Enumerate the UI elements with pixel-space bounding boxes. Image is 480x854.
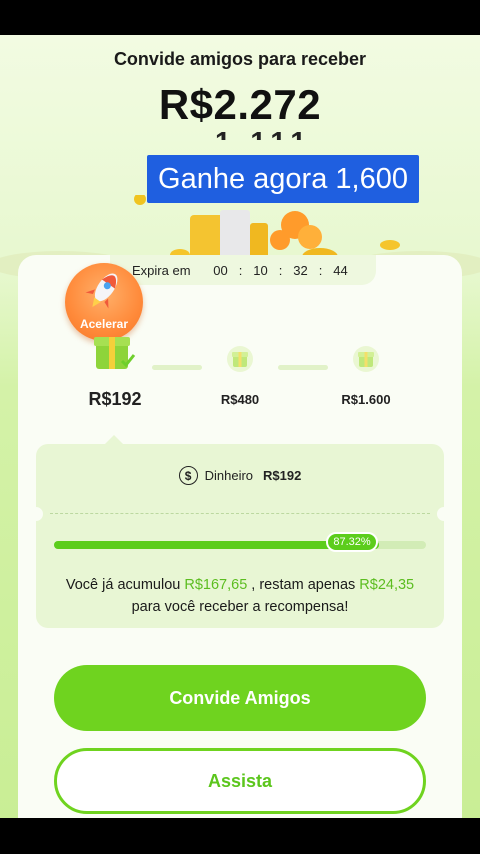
- invite-friends-button[interactable]: Convide Amigos: [54, 665, 426, 731]
- timer-seconds: 44: [333, 262, 348, 278]
- invite-screen: Convide amigos para receber R$2.272 1.11…: [0, 35, 480, 818]
- timer-separator: :: [238, 262, 243, 278]
- timer-hours: 10: [253, 262, 268, 278]
- reward-amount: R$2.272: [158, 81, 322, 128]
- gift-box-icon: [94, 337, 136, 369]
- timer-minutes: 32: [293, 262, 308, 278]
- progress-coupon: $ Dinheiro R$192 87.32% Você já acumulou…: [29, 444, 451, 628]
- step-amount: R$480: [220, 392, 260, 407]
- accelerate-label: Acelerar: [79, 317, 129, 331]
- timer-days: 00: [213, 262, 228, 278]
- progress-message: Você já acumulou R$167,65 , restam apena…: [36, 574, 444, 618]
- status-bar: [0, 0, 480, 35]
- step-amount-current: R$192: [88, 389, 142, 409]
- coupon-notch: [437, 507, 451, 521]
- watch-button[interactable]: Assista: [54, 748, 426, 814]
- cash-label: Dinheiro: [204, 468, 254, 483]
- timer-separator: :: [278, 262, 283, 278]
- coupon-notch: [29, 507, 43, 521]
- message-text: Você já acumulou: [65, 577, 185, 593]
- coupon-divider: [50, 513, 430, 514]
- message-text: para você receber a recompensa!: [131, 599, 349, 615]
- timer-separator: :: [318, 262, 323, 278]
- rolling-digits: 1.111: [215, 130, 325, 140]
- cash-row: $ Dinheiro R$192: [36, 466, 444, 485]
- remaining-value: R$24,35: [359, 577, 415, 593]
- step-amount: R$1.600: [341, 392, 391, 407]
- cash-value: R$192: [263, 468, 302, 483]
- page-title: Convide amigos para receber: [113, 49, 367, 69]
- accelerate-button[interactable]: Acelerar: [65, 263, 143, 341]
- step-connector: [152, 365, 202, 370]
- expiry-timer: Expira em 00 : 10 : 32 : 44: [110, 255, 376, 285]
- accumulated-value: R$167,65: [184, 577, 248, 593]
- gift-box-icon: [227, 346, 253, 372]
- step-connector: [278, 365, 328, 370]
- navigation-bar: [0, 818, 480, 854]
- progress-badge: 87.32%: [326, 532, 378, 552]
- dollar-coin-icon: $: [178, 466, 198, 485]
- message-text: , restam apenas: [247, 577, 360, 593]
- rocket-icon: [85, 273, 118, 309]
- gift-box-icon: [353, 346, 379, 372]
